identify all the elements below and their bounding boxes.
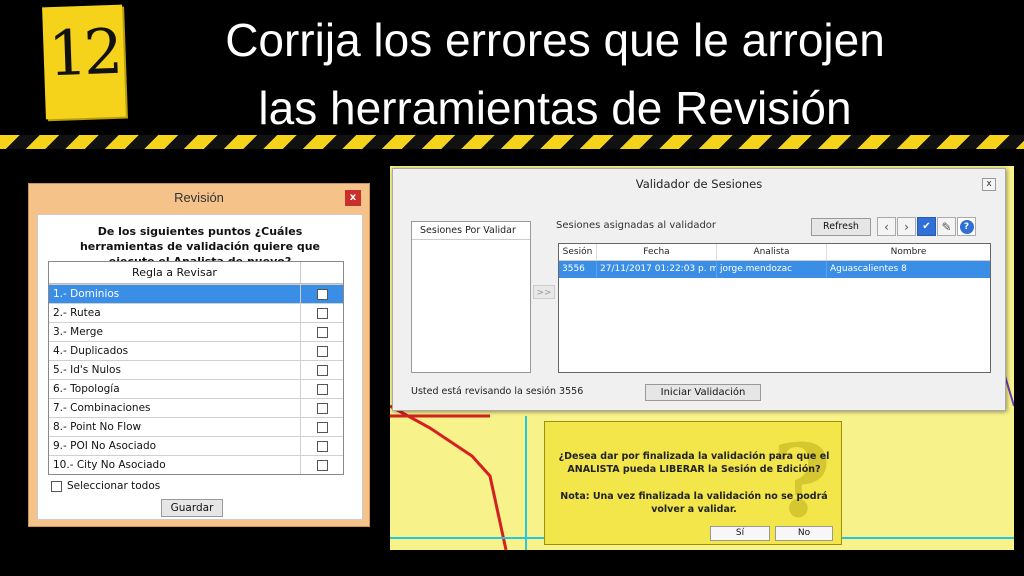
rule-label: 4.- Duplicados [49,342,301,360]
rules-grid-header: Regla a Revisar [49,262,343,284]
assigned-sessions-grid: Sesión Fecha Analista Nombre 3556 27/11/… [558,243,991,373]
refresh-button[interactable]: Refresh [811,218,871,236]
assigned-sessions-label: Sesiones asignadas al validador [556,220,717,231]
select-all-checkbox[interactable] [51,480,62,492]
rule-label: 5.- Id's Nulos [49,361,301,379]
rule-row[interactable]: 6.- Topología [49,379,343,398]
rules-grid: Regla a Revisar 1.- Dominios 2.- Rutea 3… [48,261,344,475]
rule-row[interactable]: 8.- Point No Flow [49,417,343,436]
step-number: 12 [46,14,121,91]
rule-row[interactable]: 10.- City No Asociado [49,455,343,474]
slide-title-line-1: Corrija los errores que le arrojen [225,14,885,66]
arrow-right-icon[interactable]: › [897,217,916,236]
save-button[interactable]: Guardar [161,499,223,517]
column-header-session: Sesión [559,244,597,260]
slide-title-line-2: las herramientas de Revisión [258,82,852,134]
cell-analyst: jorge.mendozac [717,261,827,278]
rule-row[interactable]: 9.- POI No Asociado [49,436,343,455]
rule-row[interactable]: 5.- Id's Nulos [49,360,343,379]
rule-row[interactable]: 1.- Dominios [49,284,343,303]
arrow-left-icon[interactable]: ‹ [877,217,896,236]
rule-label: 9.- POI No Asociado [49,437,301,455]
check-icon[interactable]: ✔ [917,217,936,236]
rule-label: 8.- Point No Flow [49,418,301,436]
rule-checkbox[interactable] [316,364,328,376]
rule-checkbox[interactable] [316,326,328,338]
cell-date: 27/11/2017 01:22:03 p. m. [597,261,717,278]
cell-name: Aguascalientes 8 [830,264,907,274]
rule-checkbox[interactable] [316,307,328,319]
rule-checkbox[interactable] [316,288,328,300]
reviewing-status-text: Usted está revisando la sesión 3556 [411,386,584,397]
rule-label: 7.- Combinaciones [49,399,301,417]
confirm-note: Nota: Una vez finalizada la validación n… [560,491,828,515]
column-header-date: Fecha [597,244,717,260]
rule-checkbox[interactable] [316,383,328,395]
table-row[interactable]: 3556 27/11/2017 01:22:03 p. m. jorge.men… [559,261,990,278]
revision-dialog-body: De los siguientes puntos ¿Cuáles herrami… [37,214,363,520]
rule-row[interactable]: 2.- Rutea [49,303,343,322]
rule-checkbox[interactable] [316,402,328,414]
pending-sessions-list[interactable]: Sesiones Por Validar [411,221,531,373]
select-all-option[interactable]: Seleccionar todos [51,480,160,492]
sessions-grid-header: Sesión Fecha Analista Nombre [559,244,990,261]
close-icon[interactable]: x [345,190,361,206]
rule-row[interactable]: 3.- Merge [49,322,343,341]
start-validation-button[interactable]: Iniciar Validación [645,384,761,401]
rules-column-header: Regla a Revisar [49,262,301,283]
cell-session: 3556 [559,261,597,278]
rule-label: 2.- Rutea [49,304,301,322]
column-header-name: Nombre [890,247,927,257]
step-number-badge: 12 [42,4,126,120]
yes-button[interactable]: Sí [710,526,770,541]
help-icon[interactable]: ? [957,217,976,236]
question-mark-icon: ? [772,422,831,540]
confirm-question: ¿Desea dar por finalizada la validación … [558,451,830,475]
validator-toolbar: ‹ › ✔ ✎ ? [877,217,976,236]
rule-row[interactable]: 4.- Duplicados [49,341,343,360]
rule-checkbox[interactable] [316,440,328,452]
map-road [390,404,508,550]
move-session-button[interactable]: >> [533,285,555,299]
pending-sessions-header: Sesiones Por Validar [412,222,530,240]
select-all-label: Seleccionar todos [67,480,161,492]
session-validator-window: Validador de Sesiones x Sesiones Por Val… [392,168,1006,411]
rule-label: 1.- Dominios [49,285,301,303]
close-icon[interactable]: x [982,178,996,191]
rule-checkbox[interactable] [316,345,328,357]
revision-dialog-title: Revisión [174,190,224,205]
validator-window-title: Validador de Sesiones [635,177,763,191]
finalize-confirm-dialog: ? ¿Desea dar por finalizada la validació… [544,421,842,545]
hazard-stripe-divider [0,135,1024,149]
revision-dialog: Revisión x De los siguientes puntos ¿Cuá… [28,183,370,527]
rule-checkbox[interactable] [316,459,328,471]
rule-checkbox[interactable] [316,421,328,433]
rule-row[interactable]: 7.- Combinaciones [49,398,343,417]
column-header-analyst: Analista [717,244,827,260]
rule-label: 3.- Merge [49,323,301,341]
edit-icon[interactable]: ✎ [937,217,956,236]
no-button[interactable]: No [775,526,833,541]
rule-label: 6.- Topología [49,380,301,398]
rule-label: 10.- City No Asociado [49,456,301,474]
